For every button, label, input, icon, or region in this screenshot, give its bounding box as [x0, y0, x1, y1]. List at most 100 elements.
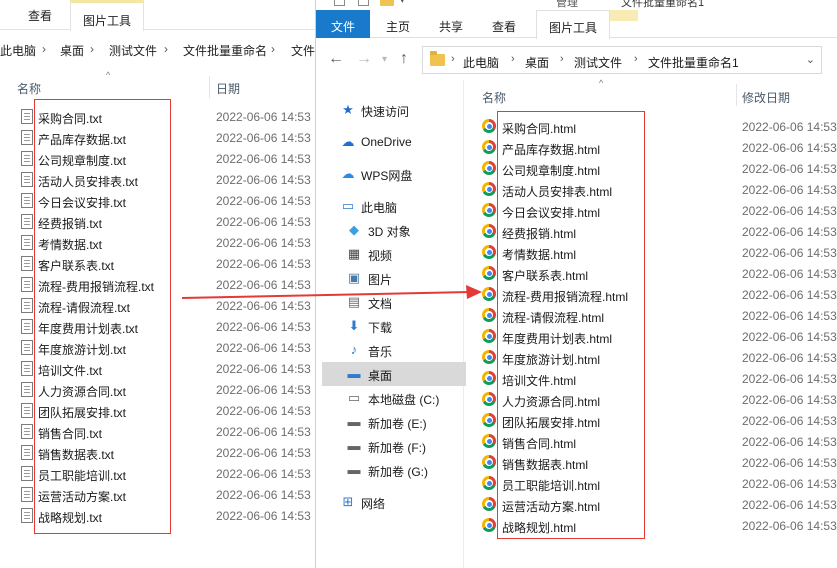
list-item[interactable]: 客户联系表.txt 2022-06-06 14:53 [0, 253, 320, 274]
tab-view[interactable]: 查看 [492, 18, 516, 35]
list-item[interactable]: 人力资源合同.txt 2022-06-06 14:53 [0, 379, 320, 400]
nav-item[interactable]: ▬ 桌面 [322, 362, 466, 386]
column-divider[interactable] [209, 76, 210, 98]
breadcrumb-item[interactable]: 测试文件 [574, 54, 622, 71]
list-item[interactable]: 产品库存数据.html 2022-06-06 14:53 [464, 137, 837, 158]
tab-file[interactable]: 文件 [316, 10, 370, 38]
nav-item[interactable]: ☁ OneDrive [316, 130, 460, 154]
back-column-name[interactable]: 名称 [17, 80, 41, 97]
list-item[interactable]: 采购合同.txt 2022-06-06 14:53 [0, 106, 320, 127]
text-file-icon [21, 403, 33, 418]
column-divider[interactable] [736, 84, 737, 106]
properties-icon[interactable] [334, 0, 345, 6]
nav-item[interactable]: ▭ 本地磁盘 (C:) [316, 386, 460, 410]
list-item[interactable]: 产品库存数据.txt 2022-06-06 14:53 [0, 127, 320, 148]
back-breadcrumb[interactable]: 此电脑 › 桌面 › 测试文件 › 文件批量重命名 › 文件 [0, 38, 320, 62]
list-item[interactable]: 员工职能培训.txt 2022-06-06 14:53 [0, 463, 320, 484]
chevron-right-icon: › [451, 53, 455, 65]
nav-item-label: 此电脑 [361, 201, 398, 215]
list-item[interactable]: 培训文件.txt 2022-06-06 14:53 [0, 358, 320, 379]
list-item[interactable]: 采购合同.html 2022-06-06 14:53 [464, 116, 837, 137]
nav-item[interactable]: ♪ 音乐 [316, 338, 460, 362]
forward-arrow-icon[interactable]: → [356, 50, 372, 68]
back-breadcrumb-item[interactable]: 测试文件 [109, 42, 157, 59]
list-item[interactable]: 年度旅游计划.html 2022-06-06 14:53 [464, 347, 837, 368]
nav-item[interactable]: ⬇ 下载 [316, 314, 460, 338]
list-item[interactable]: 公司规章制度.txt 2022-06-06 14:53 [0, 148, 320, 169]
list-item[interactable]: 销售合同.html 2022-06-06 14:53 [464, 431, 837, 452]
chevron-right-icon[interactable]: › [560, 53, 564, 65]
list-item[interactable]: 团队拓展安排.txt 2022-06-06 14:53 [0, 400, 320, 421]
list-item[interactable]: 流程-费用报销流程.txt 2022-06-06 14:53 [0, 274, 320, 295]
breadcrumb-item[interactable]: 文件批量重命名1 [648, 54, 739, 71]
star-icon: ★ [342, 102, 354, 117]
list-item[interactable]: 年度费用计划表.html 2022-06-06 14:53 [464, 326, 837, 347]
nav-item[interactable]: ★ 快速访问 [316, 98, 460, 122]
chevron-right-icon[interactable]: › [634, 53, 638, 65]
chevron-down-icon[interactable]: ⌄ [806, 53, 815, 66]
list-item[interactable]: 流程-请假流程.txt 2022-06-06 14:53 [0, 295, 320, 316]
chevron-right-icon[interactable]: › [511, 53, 515, 65]
tab-home[interactable]: 主页 [386, 18, 410, 35]
recent-locations-chevron-icon[interactable]: ▾ [382, 54, 387, 65]
nav-item[interactable]: ▬ 新加卷 (E:) [316, 410, 460, 434]
nav-item[interactable]: ▬ 新加卷 (F:) [316, 434, 460, 458]
chrome-html-icon [482, 308, 496, 322]
chevron-down-icon[interactable]: ▾ [400, 0, 405, 6]
column-date-modified[interactable]: 修改日期 [742, 89, 790, 106]
list-item[interactable]: 今日会议安排.txt 2022-06-06 14:53 [0, 190, 320, 211]
nav-item-label: 新加卷 (G:) [368, 465, 428, 479]
tab-share[interactable]: 共享 [439, 18, 463, 35]
list-item[interactable]: 团队拓展安排.html 2022-06-06 14:53 [464, 410, 837, 431]
list-item[interactable]: 流程-费用报销流程.html 2022-06-06 14:53 [464, 284, 837, 305]
list-item[interactable]: 员工职能培训.html 2022-06-06 14:53 [464, 473, 837, 494]
nav-item[interactable]: ☁ WPS网盘 [316, 162, 460, 186]
nav-item[interactable]: ▦ 视频 [316, 242, 460, 266]
list-item[interactable]: 销售数据表.txt 2022-06-06 14:53 [0, 442, 320, 463]
nav-item[interactable]: ▭ 此电脑 [316, 194, 460, 218]
back-arrow-icon[interactable]: ← [328, 50, 344, 68]
list-item[interactable]: 人力资源合同.html 2022-06-06 14:53 [464, 389, 837, 410]
new-folder-icon[interactable] [358, 0, 369, 6]
file-name: 员工职能培训.html [502, 479, 601, 493]
list-item[interactable]: 年度旅游计划.txt 2022-06-06 14:53 [0, 337, 320, 358]
list-item[interactable]: 考情数据.txt 2022-06-06 14:53 [0, 232, 320, 253]
breadcrumb-item[interactable]: 桌面 [525, 54, 549, 71]
tab-picture-tools[interactable]: 图片工具 [536, 10, 611, 39]
list-item[interactable]: 活动人员安排表.html 2022-06-06 14:53 [464, 179, 837, 200]
list-item[interactable]: 战略规划.html 2022-06-06 14:53 [464, 515, 837, 536]
column-name[interactable]: 名称 [482, 89, 506, 106]
list-item[interactable]: 培训文件.html 2022-06-06 14:53 [464, 368, 837, 389]
back-breadcrumb-item[interactable]: 桌面 [60, 42, 84, 59]
back-breadcrumb-item[interactable]: 此电脑 [0, 42, 36, 59]
back-breadcrumb-item[interactable]: 文件批量重命名 [183, 42, 267, 59]
list-item[interactable]: 经费报销.html 2022-06-06 14:53 [464, 221, 837, 242]
list-item[interactable]: 考情数据.html 2022-06-06 14:53 [464, 242, 837, 263]
file-name: 销售数据表.txt [38, 448, 115, 462]
nav-item[interactable]: ◆ 3D 对象 [316, 218, 460, 242]
list-item[interactable]: 经费报销.txt 2022-06-06 14:53 [0, 211, 320, 232]
list-item[interactable]: 公司规章制度.html 2022-06-06 14:53 [464, 158, 837, 179]
list-item[interactable]: 销售合同.txt 2022-06-06 14:53 [0, 421, 320, 442]
list-item[interactable]: 战略规划.txt 2022-06-06 14:53 [0, 505, 320, 526]
list-item[interactable]: 运营活动方案.txt 2022-06-06 14:53 [0, 484, 320, 505]
list-item[interactable]: 销售数据表.html 2022-06-06 14:53 [464, 452, 837, 473]
back-tab-view[interactable]: 查看 [28, 7, 52, 24]
list-item[interactable]: 客户联系表.html 2022-06-06 14:53 [464, 263, 837, 284]
list-item[interactable]: 年度费用计划表.txt 2022-06-06 14:53 [0, 316, 320, 337]
list-item[interactable]: 流程-请假流程.html 2022-06-06 14:53 [464, 305, 837, 326]
list-item[interactable]: 活动人员安排表.txt 2022-06-06 14:53 [0, 169, 320, 190]
file-name: 今日会议安排.txt [38, 196, 127, 210]
nav-item[interactable]: ▬ 新加卷 (G:) [316, 458, 460, 482]
back-tab-picture-tools[interactable]: 图片工具 [70, 0, 145, 31]
nav-item[interactable]: ▤ 文档 [316, 290, 460, 314]
back-breadcrumb-item[interactable]: 文件 [291, 42, 315, 59]
nav-item[interactable]: ▣ 图片 [316, 266, 460, 290]
back-column-date[interactable]: 日期 [216, 80, 240, 97]
breadcrumb-item[interactable]: 此电脑 [463, 54, 499, 71]
list-item[interactable]: 今日会议安排.html 2022-06-06 14:53 [464, 200, 837, 221]
up-arrow-icon[interactable]: ↑ [400, 50, 408, 68]
nav-item[interactable]: ⊞ 网络 [316, 490, 460, 514]
address-bar[interactable]: › 此电脑 › 桌面 › 测试文件 › 文件批量重命名1 ⌄ [422, 46, 822, 74]
list-item[interactable]: 运营活动方案.html 2022-06-06 14:53 [464, 494, 837, 515]
